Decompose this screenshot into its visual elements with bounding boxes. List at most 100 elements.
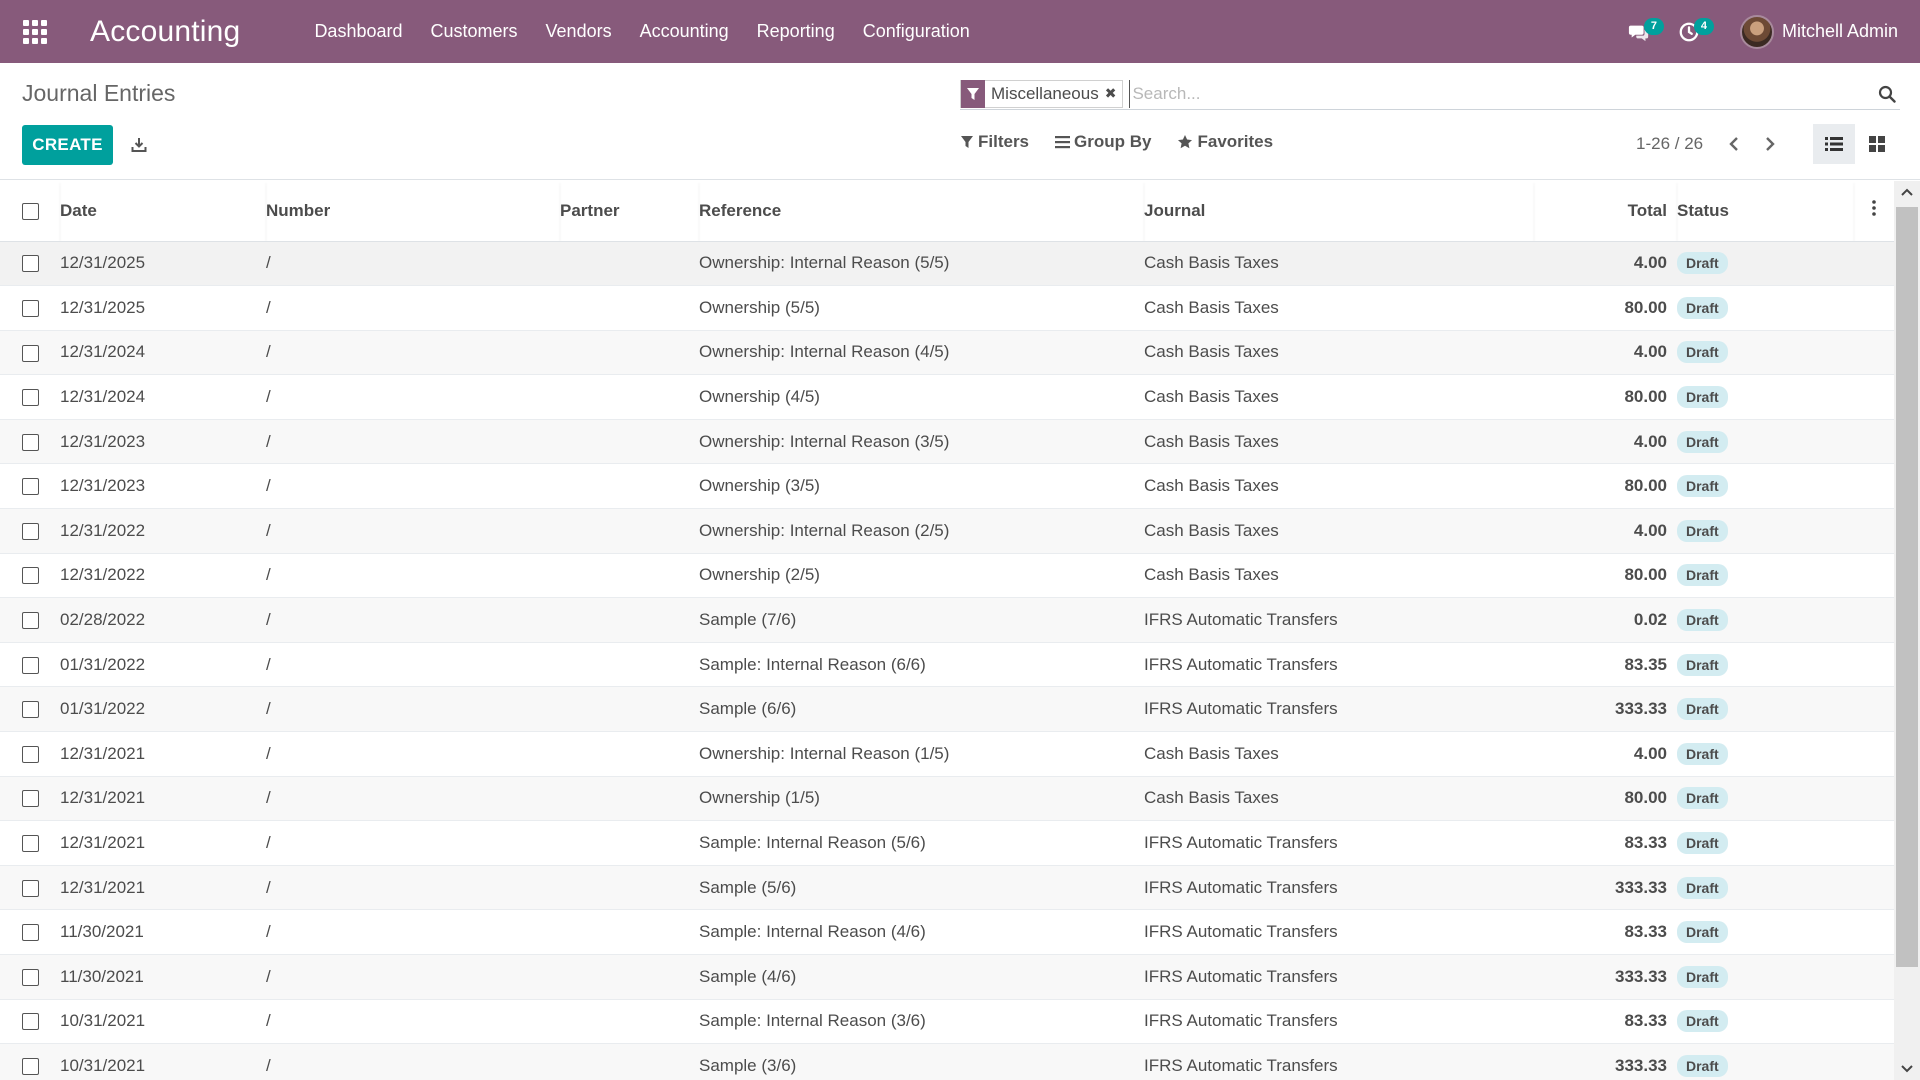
- list-view-button[interactable]: [1813, 124, 1855, 164]
- row-checkbox[interactable]: [22, 745, 39, 763]
- table-row[interactable]: 12/31/2025/ Ownership: Internal Reason (5…: [0, 241, 1894, 287]
- export-button[interactable]: [126, 129, 152, 161]
- groupby-dropdown[interactable]: Group By: [1055, 132, 1151, 152]
- table-row[interactable]: 11/30/2021/ Sample: Internal Reason (4/6)…: [0, 909, 1894, 955]
- col-partner[interactable]: Partner: [560, 181, 699, 242]
- row-checkbox[interactable]: [22, 299, 39, 317]
- cell-date: 12/31/2021: [60, 776, 266, 822]
- col-journal[interactable]: Journal: [1144, 181, 1534, 242]
- cell-partner: [560, 508, 699, 554]
- row-checkbox[interactable]: [22, 701, 39, 719]
- pager-previous-button[interactable]: [1722, 130, 1746, 158]
- row-checkbox[interactable]: [22, 1013, 39, 1031]
- search-icon[interactable]: [1874, 81, 1900, 107]
- menu-customers[interactable]: Customers: [417, 0, 532, 63]
- row-checkbox[interactable]: [22, 567, 39, 585]
- create-button[interactable]: CREATE: [22, 125, 113, 165]
- scroll-up-arrow[interactable]: [1894, 181, 1920, 203]
- table-row[interactable]: 12/31/2023/ Ownership: Internal Reason (3…: [0, 419, 1894, 465]
- row-checkbox[interactable]: [22, 389, 39, 407]
- select-all-cell: [0, 181, 60, 242]
- row-checkbox[interactable]: [22, 522, 39, 540]
- table-row[interactable]: 02/28/2022/ Sample (7/6) IFRS Automatic Tr…: [0, 597, 1894, 643]
- user-menu[interactable]: Mitchell Admin: [1739, 14, 1898, 49]
- row-checkbox[interactable]: [22, 790, 39, 808]
- menu-vendors[interactable]: Vendors: [532, 0, 626, 63]
- row-select-cell: [0, 463, 60, 510]
- pager-next-button[interactable]: [1758, 130, 1782, 158]
- apps-menu-icon[interactable]: [0, 0, 70, 63]
- row-checkbox[interactable]: [22, 612, 39, 630]
- table-row[interactable]: 12/31/2024/ Ownership: Internal Reason (4…: [0, 330, 1894, 376]
- filters-dropdown[interactable]: Filters: [960, 132, 1029, 152]
- col-date[interactable]: Date: [60, 181, 266, 242]
- row-checkbox[interactable]: [22, 344, 39, 362]
- col-status[interactable]: Status: [1677, 181, 1854, 242]
- cell-spacer: [1854, 553, 1894, 599]
- select-all-checkbox[interactable]: [22, 202, 39, 220]
- cell-date: 11/30/2021: [60, 909, 266, 955]
- cell-number: /: [266, 909, 560, 955]
- table-row[interactable]: 01/31/2022/ Sample: Internal Reason (6/6)…: [0, 642, 1894, 688]
- table-row[interactable]: 12/31/2021/ Sample: Internal Reason (5/6)…: [0, 820, 1894, 866]
- cell-number: /: [266, 374, 560, 420]
- cell-reference: Sample (4/6): [699, 954, 1144, 1000]
- app-brand[interactable]: Accounting: [90, 15, 240, 49]
- row-select-cell: [0, 820, 60, 866]
- menu-dashboard[interactable]: Dashboard: [300, 0, 416, 63]
- row-checkbox[interactable]: [22, 478, 39, 496]
- list-scrollbar[interactable]: [1894, 181, 1920, 1080]
- cell-partner: [560, 820, 699, 866]
- table-row[interactable]: 01/31/2022/ Sample (6/6) IFRS Automatic Tr…: [0, 686, 1894, 733]
- cell-reference: Sample: Internal Reason (3/6): [699, 999, 1144, 1045]
- row-checkbox[interactable]: [22, 835, 39, 853]
- row-select-cell: [0, 374, 60, 420]
- scroll-thumb[interactable]: [1896, 207, 1918, 967]
- cell-journal: Cash Basis Taxes: [1144, 241, 1534, 287]
- row-select-cell: [0, 597, 60, 643]
- kanban-view-button[interactable]: [1856, 124, 1898, 164]
- row-checkbox[interactable]: [22, 1058, 39, 1075]
- row-checkbox[interactable]: [22, 656, 39, 674]
- row-checkbox[interactable]: [22, 433, 39, 451]
- col-reference[interactable]: Reference: [699, 181, 1144, 242]
- messages-button[interactable]: 7: [1620, 0, 1664, 63]
- navbar-systray: 7 4 Mitchell Admin: [1620, 0, 1920, 63]
- cell-number: /: [266, 419, 560, 465]
- menu-reporting[interactable]: Reporting: [743, 0, 849, 63]
- activities-button[interactable]: 4: [1670, 0, 1714, 63]
- col-number[interactable]: Number: [266, 181, 560, 242]
- chevron-right-icon: [1766, 137, 1775, 151]
- row-checkbox[interactable]: [22, 879, 39, 897]
- table-row[interactable]: 12/31/2021/ Ownership: Internal Reason (1…: [0, 731, 1894, 777]
- scroll-down-arrow[interactable]: [1894, 1058, 1920, 1080]
- table-row[interactable]: 11/30/2021/ Sample (4/6) IFRS Automatic Tr…: [0, 954, 1894, 1000]
- row-select-cell: [0, 731, 60, 777]
- table-row[interactable]: 12/31/2021/ Sample (5/6) IFRS Automatic Tr…: [0, 865, 1894, 911]
- pager-value[interactable]: 1-26 / 26: [1636, 134, 1703, 154]
- optional-columns-toggle[interactable]: [1854, 181, 1894, 242]
- row-checkbox[interactable]: [22, 255, 39, 273]
- menu-accounting[interactable]: Accounting: [626, 0, 743, 63]
- col-total[interactable]: Total: [1534, 181, 1677, 242]
- menu-configuration[interactable]: Configuration: [849, 0, 984, 63]
- table-row[interactable]: 10/31/2021/ Sample: Internal Reason (3/6)…: [0, 999, 1894, 1045]
- facet-remove-icon[interactable]: ✖: [1103, 85, 1123, 102]
- cell-partner: [560, 330, 699, 376]
- table-row[interactable]: 10/31/2021/ Sample (3/6) IFRS Automatic Tr…: [0, 1043, 1894, 1080]
- cell-journal: IFRS Automatic Transfers: [1144, 954, 1534, 1000]
- table-row[interactable]: 12/31/2021/ Ownership (1/5) Cash Basis Tax…: [0, 776, 1894, 822]
- row-checkbox[interactable]: [22, 968, 39, 986]
- table-row[interactable]: 12/31/2022/ Ownership (2/5) Cash Basis Tax…: [0, 553, 1894, 599]
- table-row[interactable]: 12/31/2023/ Ownership (3/5) Cash Basis Tax…: [0, 463, 1894, 510]
- row-checkbox[interactable]: [22, 924, 39, 942]
- search-input[interactable]: [1129, 79, 1874, 108]
- cell-date: 12/31/2024: [60, 374, 266, 420]
- cell-spacer: [1854, 597, 1894, 643]
- cell-reference: Ownership: Internal Reason (3/5): [699, 419, 1144, 465]
- cell-total: 0.02: [1534, 597, 1677, 643]
- table-row[interactable]: 12/31/2024/ Ownership (4/5) Cash Basis Tax…: [0, 374, 1894, 420]
- table-row[interactable]: 12/31/2022/ Ownership: Internal Reason (2…: [0, 508, 1894, 554]
- favorites-dropdown[interactable]: Favorites: [1177, 132, 1273, 152]
- table-row[interactable]: 12/31/2025/ Ownership (5/5) Cash Basis Tax…: [0, 285, 1894, 331]
